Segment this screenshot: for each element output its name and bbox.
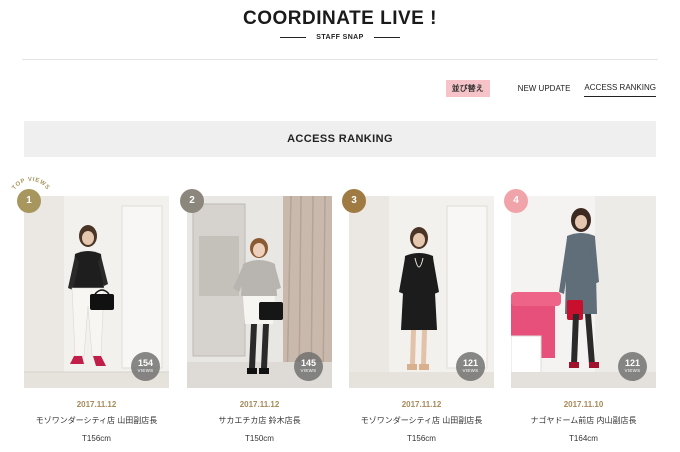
ranking-card-1[interactable]: TOP VIEWS 1 154 VIEWS 2017.11.12 モゾワンダーシ… [12, 177, 169, 452]
staff-shop-name[interactable]: サカエチカ店 鈴木店長 [177, 415, 342, 426]
view-count: 145 [300, 358, 317, 368]
site-title[interactable]: COORDINATE LIVE ! [0, 8, 680, 30]
ranking-card-2[interactable]: 2 145 VIEWS 2017.11.12 サカエチカ店 鈴木店長 T150c… [180, 189, 332, 452]
sort-bar: 並び替え NEW UPDATE ACCESS RANKING [445, 79, 656, 97]
top-views-badge: TOP VIEWS [12, 177, 51, 191]
sort-option-access-ranking[interactable]: ACCESS RANKING [584, 80, 656, 97]
view-count: 121 [462, 358, 479, 368]
snap-date: 2017.11.10 [563, 400, 604, 409]
svg-text:TOP VIEWS: TOP VIEWS [12, 177, 51, 191]
staff-shop-name[interactable]: モゾワンダーシティ店 山田副店長 [339, 415, 504, 426]
rank-badge: 4 [504, 189, 528, 213]
snap-date: 2017.11.12 [76, 400, 117, 409]
rank-badge: 3 [342, 189, 366, 213]
view-count: 121 [624, 358, 641, 368]
subtitle-row: STAFF SNAP [0, 31, 680, 43]
view-count-label: VIEWS [137, 368, 154, 373]
view-count-badge: 145 VIEWS [294, 352, 323, 381]
staff-height: T164cm [569, 434, 598, 443]
staff-height: T150cm [245, 434, 274, 443]
snap-photo[interactable]: 121 VIEWS [349, 196, 494, 388]
page-header: COORDINATE LIVE ! STAFF SNAP [0, 0, 680, 60]
view-count-badge: 121 VIEWS [618, 352, 647, 381]
snap-photo[interactable]: 121 VIEWS [511, 196, 656, 388]
view-count-label: VIEWS [462, 368, 479, 373]
view-count-label: VIEWS [624, 368, 641, 373]
snap-date: 2017.11.12 [401, 400, 442, 409]
snap-photo[interactable]: 154 VIEWS [24, 196, 169, 388]
snap-photo[interactable]: 145 VIEWS [187, 196, 332, 388]
header-divider [22, 59, 658, 60]
rank-badge: 2 [180, 189, 204, 213]
view-count-badge: 154 VIEWS [131, 352, 160, 381]
snap-date: 2017.11.12 [239, 400, 280, 409]
ranking-card-4[interactable]: 4 121 VIEWS 2017.11.10 ナゴヤドーム前店 内山副店長 T1… [504, 189, 656, 452]
sort-label-badge: 並び替え [445, 79, 490, 97]
subtitle-text: STAFF SNAP [316, 33, 364, 41]
top-views-text: TOP VIEWS [12, 177, 50, 191]
subtitle-right-rule [373, 36, 400, 38]
subtitle-left-rule [280, 36, 307, 38]
sort-option-new-update[interactable]: NEW UPDATE [518, 80, 571, 97]
staff-shop-name[interactable]: モゾワンダーシティ店 山田副店長 [14, 415, 179, 426]
view-count: 154 [137, 358, 154, 368]
ranking-card-3[interactable]: 3 121 VIEWS 2017.11.12 モゾワンダーシティ店 山田副店長 … [342, 189, 494, 452]
view-count-label: VIEWS [300, 368, 317, 373]
ranking-cards: TOP VIEWS 1 154 VIEWS 2017.11.12 モゾワンダーシ… [0, 177, 680, 452]
view-count-badge: 121 VIEWS [456, 352, 485, 381]
section-title-bar: ACCESS RANKING [24, 121, 656, 157]
section-title: ACCESS RANKING [287, 133, 393, 145]
staff-height: T156cm [82, 434, 111, 443]
staff-shop-name[interactable]: ナゴヤドーム前店 内山副店長 [501, 415, 666, 426]
staff-height: T156cm [407, 434, 436, 443]
